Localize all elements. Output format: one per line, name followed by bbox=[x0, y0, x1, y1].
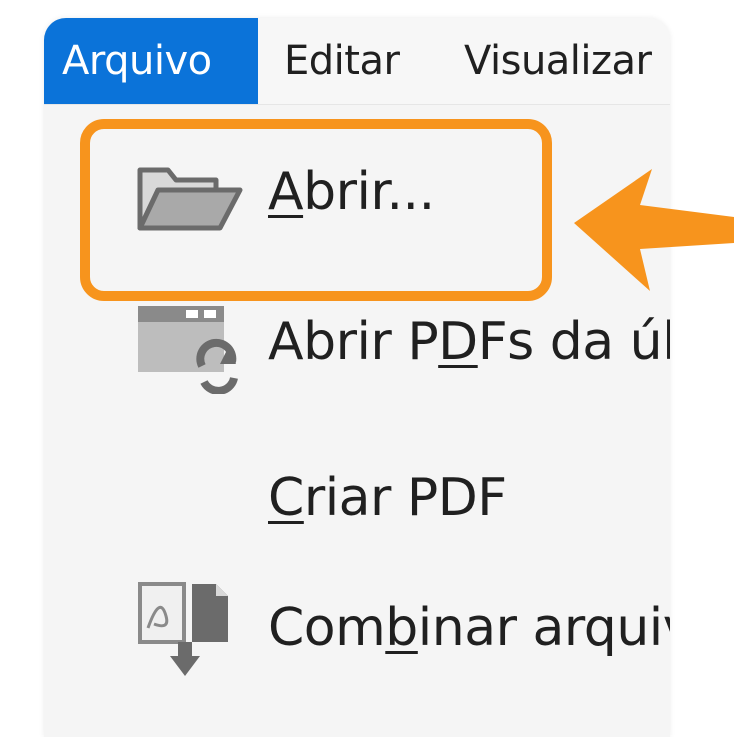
arrow-left-icon bbox=[574, 169, 734, 291]
menu-item-label: Abrir PDFs da úl bbox=[268, 312, 670, 372]
folder-open-icon bbox=[137, 167, 243, 231]
file-menu-panel: Arquivo Editar Visualizar Abrir... Abrir… bbox=[44, 18, 670, 737]
menu-item-label: Combinar arquiv bbox=[268, 598, 670, 658]
menu-bar: Arquivo Editar Visualizar bbox=[44, 18, 670, 105]
menu-item-label: Criar PDF bbox=[268, 468, 507, 528]
menu-item-combinar-arquivos[interactable]: Combinar arquiv bbox=[44, 580, 670, 680]
menubar-item-editar[interactable]: Editar bbox=[284, 18, 400, 104]
menubar-item-arquivo[interactable]: Arquivo bbox=[44, 18, 258, 104]
menubar-item-visualizar[interactable]: Visualizar bbox=[464, 18, 652, 104]
screenshot-stage: Arquivo Editar Visualizar Abrir... Abrir… bbox=[0, 0, 738, 737]
menu-item-criar-pdf[interactable]: Criar PDF bbox=[44, 450, 670, 550]
menu-item-label: Abrir... bbox=[268, 162, 435, 222]
reopen-pdfs-icon bbox=[138, 306, 238, 394]
menu-item-abrir-pdfs-ultima-sessao[interactable]: Abrir PDFs da úl bbox=[44, 300, 670, 400]
combine-files-icon bbox=[138, 582, 228, 676]
